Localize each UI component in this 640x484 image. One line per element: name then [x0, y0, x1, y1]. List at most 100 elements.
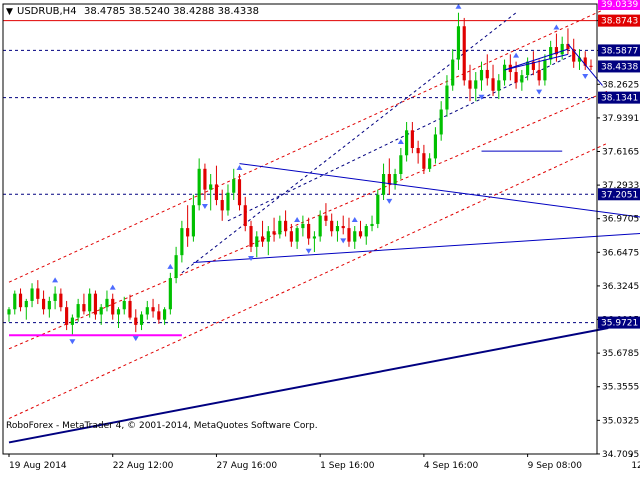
candle-body — [405, 130, 409, 156]
candle-body — [307, 223, 311, 239]
chart-container: 38.874338.587738.262537.939137.616537.29… — [0, 0, 640, 480]
price-tag-label: 39.0339 — [601, 0, 638, 10]
candle-body — [497, 80, 501, 91]
candle-body — [30, 288, 34, 301]
candle-body — [139, 314, 144, 325]
candle-body — [422, 153, 426, 169]
candlestick-chart: 38.874338.587738.262537.939137.616537.29… — [0, 0, 640, 480]
candle-body — [358, 231, 363, 237]
candle-body — [370, 223, 374, 227]
x-tick-label: 19 Aug 2014 — [9, 461, 67, 471]
candle-body — [451, 59, 455, 86]
candle-body — [174, 255, 178, 279]
candle-body — [335, 226, 340, 232]
candle-body — [341, 226, 345, 229]
candle-body — [24, 300, 28, 308]
candle-body — [520, 75, 524, 83]
candle-body — [462, 26, 466, 81]
candle-body — [514, 72, 518, 83]
y-tick-label: 34.7095 — [602, 450, 639, 460]
price-tag-label: 38.1341 — [601, 94, 638, 104]
candle-body — [47, 300, 51, 310]
y-tick-label: 35.3555 — [602, 383, 639, 393]
candle-body — [387, 174, 391, 185]
y-tick-label: 36.3245 — [602, 282, 639, 292]
symbol-label: USDRUB,H4 — [17, 6, 77, 17]
candle-body — [301, 223, 305, 229]
candle-body — [116, 309, 121, 315]
x-tick-label: 1 Sep 16:00 — [320, 461, 375, 471]
ohlc-values: 38.4785 38.5240 38.4288 38.4338 — [84, 6, 259, 17]
candle-body — [295, 228, 299, 242]
candle-body — [70, 317, 74, 325]
candle-body — [491, 78, 495, 91]
candle-body — [318, 215, 322, 237]
candle-body — [560, 43, 564, 55]
x-tick-label: 12 Sep 12:00 — [631, 461, 640, 471]
candle-body — [93, 293, 98, 315]
candle-body — [243, 205, 247, 227]
candle-body — [439, 109, 443, 135]
candle-body — [364, 226, 368, 237]
y-tick-label: 37.6165 — [602, 147, 639, 157]
candle-body — [65, 307, 69, 325]
candle-body — [284, 220, 288, 232]
candle-body — [289, 231, 293, 242]
candle-body — [151, 307, 155, 312]
candle-body — [232, 179, 236, 193]
y-tick-label: 35.6785 — [602, 349, 639, 359]
candle-body — [399, 155, 403, 175]
candle-body — [433, 134, 438, 159]
price-tag-label: 38.5877 — [601, 46, 638, 56]
price-tag-label: 38.8743 — [601, 17, 638, 27]
candle-body — [162, 309, 167, 320]
candle-body — [485, 69, 489, 79]
candle-body — [122, 300, 126, 310]
candle-body — [589, 65, 593, 67]
x-tick-label: 4 Sep 16:00 — [424, 461, 479, 471]
y-tick-label: 38.2625 — [602, 80, 639, 90]
candle-body — [330, 220, 334, 232]
candle-body — [347, 228, 351, 242]
candle-body — [502, 64, 507, 81]
candle-body — [416, 147, 420, 154]
candle-body — [381, 174, 386, 195]
candle-body — [353, 231, 357, 242]
candle-body — [278, 220, 282, 235]
candle-body — [203, 168, 207, 190]
candle-body — [479, 69, 484, 81]
candle-body — [99, 307, 103, 315]
candle-body — [445, 85, 449, 110]
candle-body — [214, 184, 219, 201]
candle-body — [376, 194, 380, 224]
candle-body — [76, 304, 80, 318]
candle-body — [220, 200, 224, 211]
candle-body — [197, 168, 201, 206]
candle-body — [249, 226, 253, 247]
price-tag-label: 37.2051 — [601, 190, 638, 200]
candle-body — [18, 293, 23, 308]
candle-body — [168, 278, 172, 310]
candle-body — [88, 293, 92, 312]
candle-body — [36, 288, 40, 299]
x-tick-label: 22 Aug 12:00 — [113, 461, 174, 471]
candle-body — [272, 231, 276, 235]
candle-body — [41, 298, 46, 310]
chart-header: ▼ USDRUB,H4 38.4785 38.5240 38.4288 38.4… — [6, 6, 259, 17]
price-tag-label: 38.4338 — [601, 62, 638, 72]
collapse-triangle-icon[interactable]: ▼ — [6, 7, 13, 17]
candle-body — [191, 205, 195, 237]
price-tag-label: 35.9721 — [601, 319, 638, 329]
candle-body — [209, 184, 213, 190]
candle-body — [543, 59, 547, 81]
candle-body — [180, 228, 184, 256]
y-tick-label: 35.0325 — [602, 416, 639, 426]
x-tick-label: 9 Sep 08:00 — [528, 461, 583, 471]
candle-body — [157, 311, 161, 320]
candle-body — [393, 174, 397, 185]
candle-body — [324, 215, 328, 221]
candle-body — [266, 231, 270, 242]
candle-body — [186, 228, 190, 237]
candle-body — [13, 293, 17, 310]
candle-body — [312, 236, 316, 239]
